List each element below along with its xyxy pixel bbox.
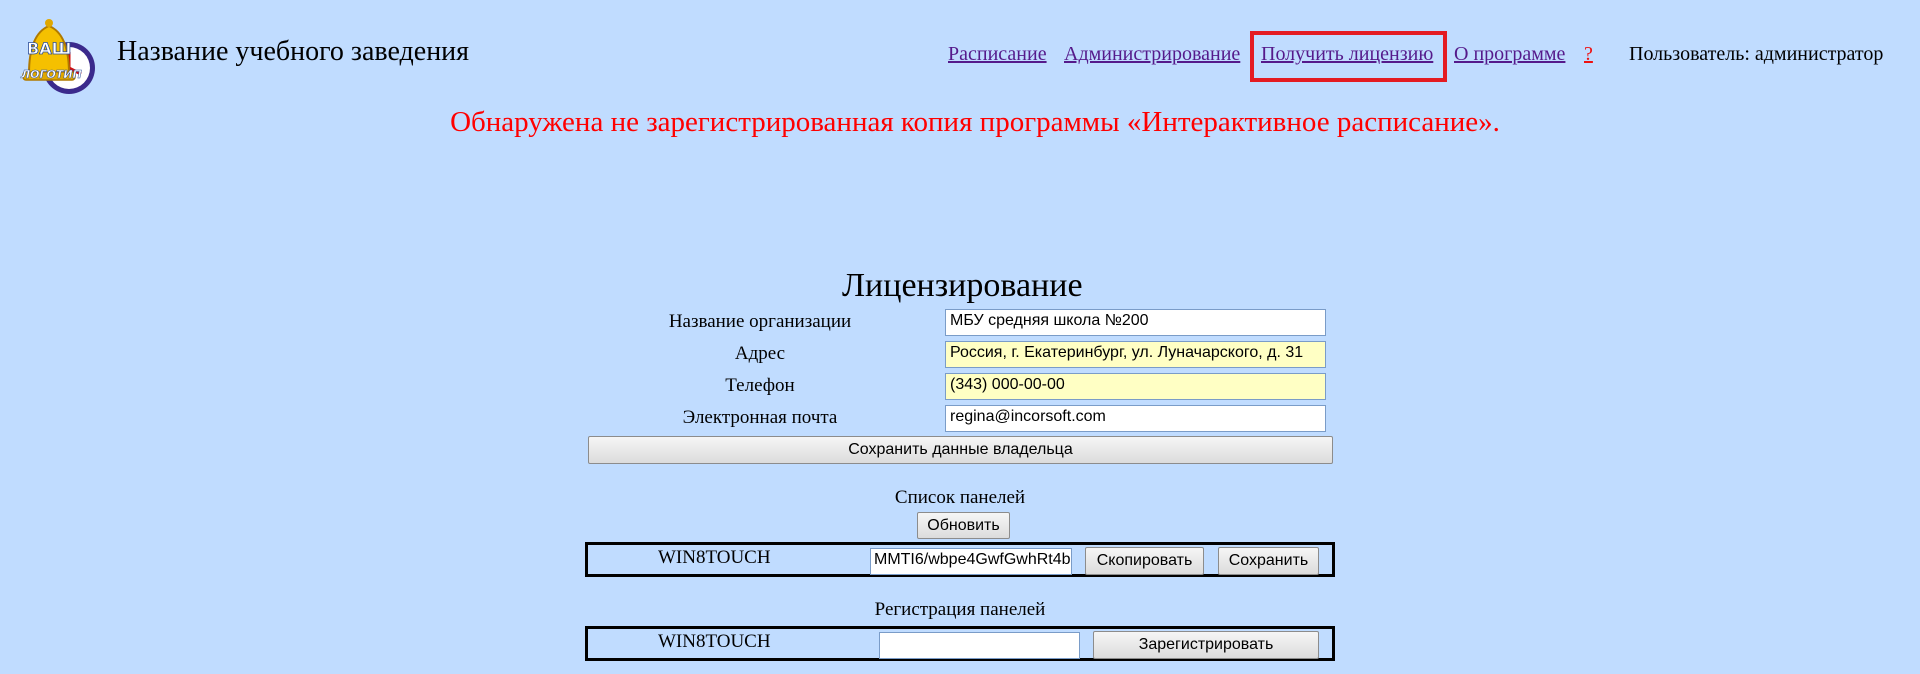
licensing-title: Лицензирование [842,267,1083,304]
page: ВАШ ЛОГОТИП Название учебного заведения … [0,0,1920,674]
registration-title: Регистрация панелей [874,599,1046,620]
address-label: Адрес [734,343,786,364]
highlight-box [1250,31,1447,82]
save-owner-button[interactable]: Сохранить данные владельца [588,436,1333,464]
nav-about-link[interactable]: О программе [1454,43,1565,66]
help-link[interactable]: ? [1584,43,1593,66]
phone-row: Телефон (343) 000-00-00 [0,372,1920,400]
address-row: Адрес Россия, г. Екатеринбург, ул. Лунач… [0,340,1920,368]
nav-admin-link[interactable]: Администрирование [1064,43,1240,66]
email-row: Электронная почта regina@incorsoft.com [0,404,1920,432]
site-title: Название учебного заведения [117,36,470,67]
save-key-button[interactable]: Сохранить [1218,547,1319,575]
org-name-row: Название организации МБУ средняя школа №… [0,308,1920,336]
svg-text:ЛОГОТИП: ЛОГОТИП [20,68,82,81]
logo-bell-icon: ВАШ ЛОГОТИП [20,19,95,94]
email-label: Электронная почта [682,407,838,428]
panel-list-row: WIN8TOUCH MMTI6/wbpe4GwfGwhRt4bs Скопиро… [585,542,1335,577]
register-button[interactable]: Зарегистрировать [1093,631,1319,659]
copy-key-button[interactable]: Скопировать [1085,547,1204,575]
svg-text:ВАШ: ВАШ [27,39,71,58]
registration-code-input[interactable] [879,632,1080,659]
unregistered-warning: Обнаружена не зарегистрированная копия п… [450,106,1500,138]
panel-name: WIN8TOUCH [658,547,771,568]
panels-list-title: Список панелей [894,487,1026,508]
nav-schedule-link[interactable]: Расписание [948,43,1047,66]
current-user-label: Пользователь: администратор [1629,43,1884,65]
phone-label: Телефон [725,375,795,396]
address-input[interactable]: Россия, г. Екатеринбург, ул. Луначарског… [945,341,1326,368]
panel-key-field[interactable]: MMTI6/wbpe4GwfGwhRt4bs [870,548,1072,575]
refresh-button[interactable]: Обновить [917,512,1010,539]
registration-row: WIN8TOUCH Зарегистрировать [585,626,1335,661]
logo: ВАШ ЛОГОТИП [15,12,99,96]
org-name-input[interactable]: МБУ средняя школа №200 [945,309,1326,336]
registration-panel-name: WIN8TOUCH [658,631,771,652]
org-name-label: Название организации [668,311,852,332]
phone-input[interactable]: (343) 000-00-00 [945,373,1326,400]
email-input[interactable]: regina@incorsoft.com [945,405,1326,432]
